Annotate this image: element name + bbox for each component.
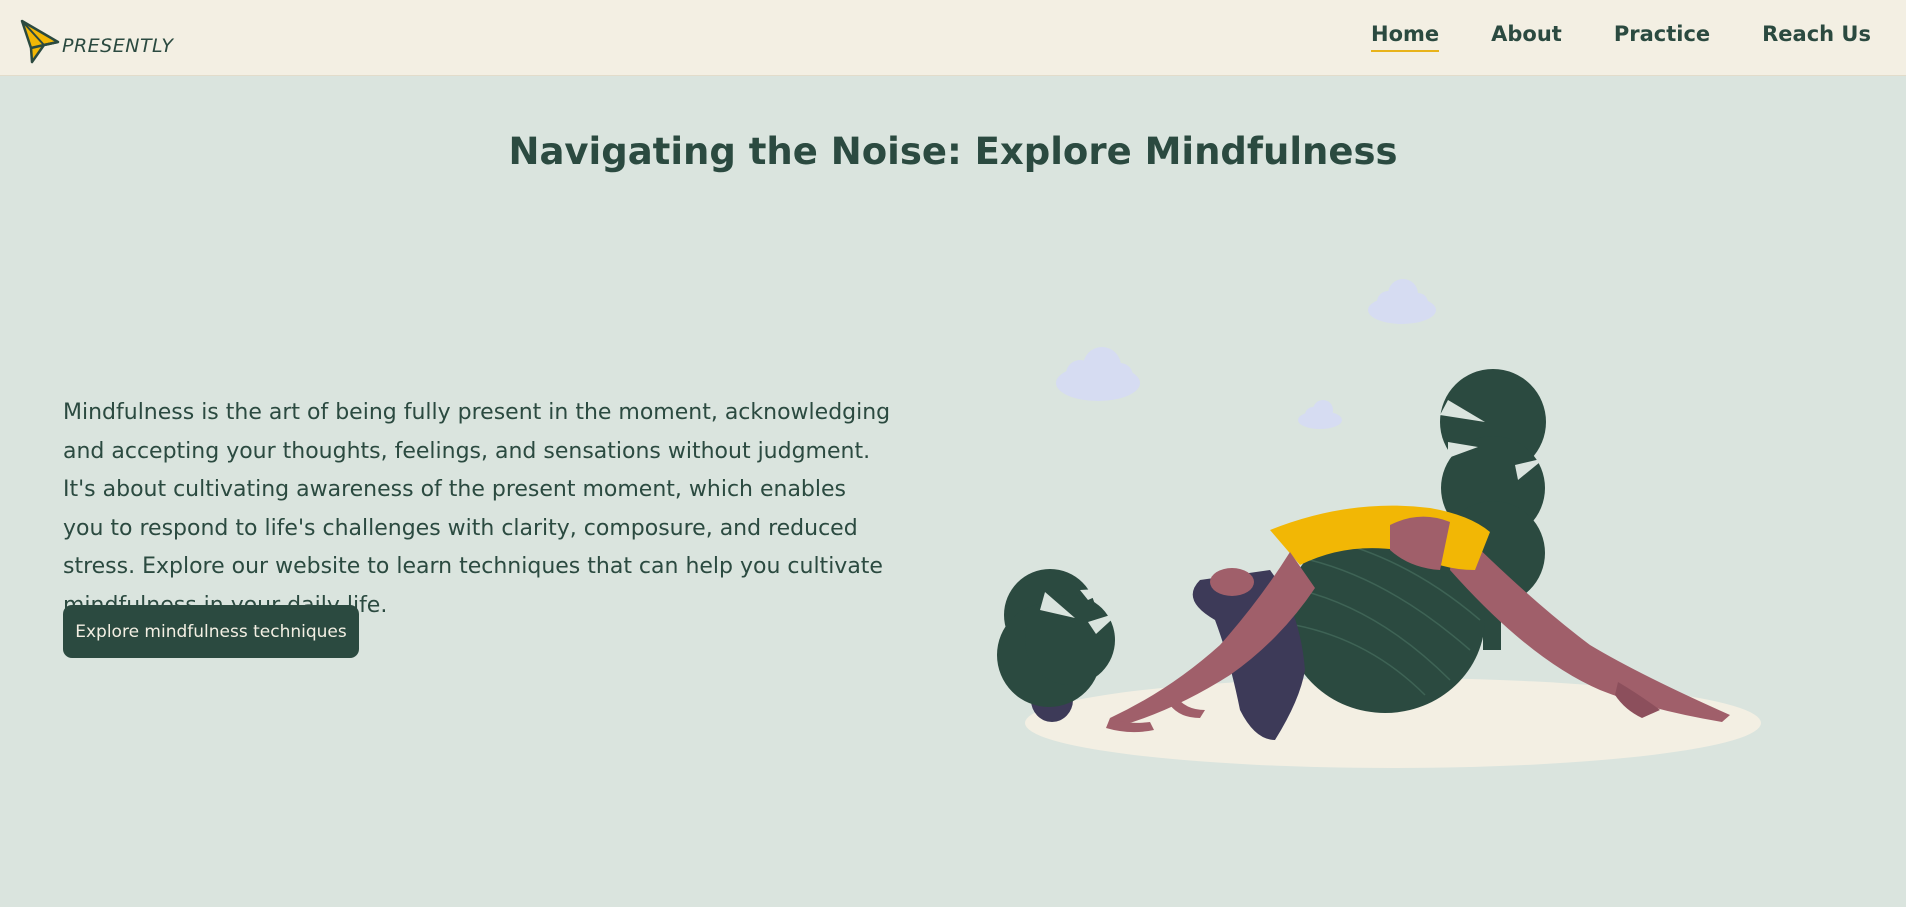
brand-name: PRESENTLY: [62, 35, 174, 57]
cloud-icon: [1056, 347, 1140, 401]
nav-reach-us[interactable]: Reach Us: [1762, 22, 1871, 52]
main-nav: Home About Practice Reach Us: [1371, 22, 1871, 52]
cloud-icon: [1368, 279, 1436, 324]
head: [1210, 568, 1254, 596]
yoga-pose-illustration: [997, 279, 1761, 768]
page-title: Navigating the Noise: Explore Mindfulnes…: [508, 130, 1398, 173]
top-navbar: PRESENTLY Home About Practice Reach Us: [0, 0, 1906, 76]
nav-practice[interactable]: Practice: [1614, 22, 1710, 52]
cloud-icon: [1298, 400, 1342, 429]
bird-icon: [20, 19, 60, 64]
brand-logo[interactable]: PRESENTLY: [20, 18, 173, 66]
explore-techniques-button[interactable]: Explore mindfulness techniques: [63, 605, 359, 658]
nav-about[interactable]: About: [1491, 22, 1562, 52]
nav-home[interactable]: Home: [1371, 22, 1440, 52]
hero-description: Mindfulness is the art of being fully pr…: [63, 400, 891, 618]
